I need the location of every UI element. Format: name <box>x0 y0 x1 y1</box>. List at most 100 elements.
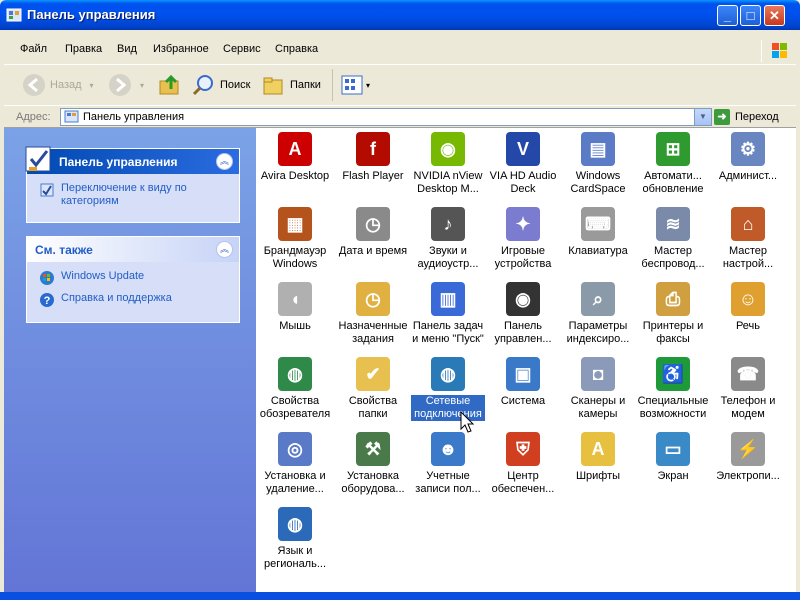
sounds-icon: ♪ <box>431 207 465 241</box>
close-button[interactable]: ✕ <box>764 5 785 26</box>
item-label: Установка и удаление... <box>264 470 326 495</box>
avira-icon: A <box>278 132 312 166</box>
datetime-icon: ◷ <box>356 207 390 241</box>
folders-button[interactable]: Папки <box>262 71 321 99</box>
control-panel-item[interactable]: ⚡ Электропи... <box>711 432 785 483</box>
control-panel-item[interactable]: ⚙ Админист... <box>711 132 785 183</box>
window-title: Панель управления <box>27 7 156 22</box>
item-label: Свойства папки <box>348 395 398 420</box>
forward-button[interactable]: ▾ <box>108 71 144 99</box>
control-panel-icon <box>64 110 79 123</box>
control-panel-item[interactable]: ▥ Панель задач и меню "Пуск" <box>411 282 485 346</box>
toolbar-separator <box>332 69 333 101</box>
cardspace-icon: ▤ <box>581 132 615 166</box>
switch-to-category-view-link[interactable]: Переключение к виду по категориям <box>39 182 229 208</box>
item-label: Windows CardSpace <box>570 170 626 195</box>
control-panel-item[interactable]: ⌂ Мастер настрой... <box>711 207 785 271</box>
svg-text:?: ? <box>44 295 51 307</box>
control-panel-item[interactable]: ▣ Система <box>486 357 560 408</box>
chevron-down-icon[interactable]: ▾ <box>366 81 370 90</box>
windows-logo-icon <box>761 40 796 62</box>
title-bar[interactable]: Панель управления _ □ ✕ <box>0 0 800 30</box>
mouse-cursor-icon <box>460 411 475 433</box>
control-panel-item[interactable]: ⊞ Автомати... обновление <box>636 132 710 196</box>
item-label: Брандмауэр Windows <box>263 245 327 270</box>
item-label: Установка оборудова... <box>341 470 405 495</box>
back-arrow-icon <box>23 74 45 96</box>
search-icon <box>192 75 213 96</box>
collapse-chevron-icon[interactable]: ︽ <box>216 241 233 258</box>
up-folder-button[interactable] <box>158 71 182 99</box>
scanner-icon: ◘ <box>581 357 615 391</box>
via-audio-icon: V <box>506 132 540 166</box>
add-remove-icon: ◎ <box>278 432 312 466</box>
control-panel-item[interactable]: ♪ Звуки и аудиоустр... <box>411 207 485 271</box>
control-panel-item[interactable]: ⌨ Клавиатура <box>561 207 635 258</box>
address-input[interactable]: Панель управления ▼ <box>60 108 712 126</box>
control-panel-item[interactable]: ☎ Телефон и модем <box>711 357 785 421</box>
control-panel-item[interactable]: A Шрифты <box>561 432 635 483</box>
printer-icon: ⎙ <box>656 282 690 316</box>
item-label: Учетные записи пол... <box>415 470 481 495</box>
minimize-button[interactable]: _ <box>717 5 738 26</box>
control-panel-item[interactable]: ◍ Язык и региональ... <box>258 507 332 571</box>
firewall-icon: ▦ <box>278 207 312 241</box>
control-panel-item[interactable]: ▭ Экран <box>636 432 710 483</box>
menu-edit[interactable]: Правка <box>65 43 102 55</box>
control-panel-item[interactable]: ⚒ Установка оборудова... <box>336 432 410 496</box>
control-panel-item[interactable]: ☺ Речь <box>711 282 785 333</box>
chevron-down-icon[interactable]: ▾ <box>90 81 94 90</box>
control-panel-item[interactable]: ⌕ Параметры индексиро... <box>561 282 635 346</box>
control-panel-item[interactable]: ≋ Мастер беспровод... <box>636 207 710 271</box>
control-panel-item[interactable]: ◖ Мышь <box>258 282 332 333</box>
back-button[interactable]: Назад ▾ <box>22 71 94 99</box>
control-panel-item[interactable]: ◍ Свойства обозревателя <box>258 357 332 421</box>
control-panel-item[interactable]: ♿ Специальные возможности <box>636 357 710 421</box>
item-label: Свойства обозревателя <box>259 395 331 420</box>
address-label: Адрес: <box>16 111 51 123</box>
item-label: Принтеры и факсы <box>642 320 704 345</box>
chevron-down-icon[interactable]: ▾ <box>140 81 144 90</box>
address-dropdown-button[interactable]: ▼ <box>694 109 711 125</box>
maximize-button[interactable]: □ <box>740 5 761 26</box>
control-panel-item[interactable]: ✦ Игровые устройства <box>486 207 560 271</box>
menu-help[interactable]: Справка <box>275 43 318 55</box>
menu-bar: Файл Правка Вид Избранное Сервис Справка <box>4 40 796 62</box>
control-panel-item[interactable]: ☻ Учетные записи пол... <box>411 432 485 496</box>
item-label: Клавиатура <box>568 245 628 257</box>
views-button[interactable]: ▾ <box>340 71 370 99</box>
control-panel-item[interactable]: ✔ Свойства папки <box>336 357 410 421</box>
control-panel-item[interactable]: ⛨ Центр обеспечен... <box>486 432 560 496</box>
category-view-icon <box>40 183 54 197</box>
wireless-icon: ≋ <box>656 207 690 241</box>
panel-header[interactable]: Панель управления ︽ <box>25 146 239 174</box>
control-panel-item[interactable]: ◉ NVIDIA nView Desktop M... <box>411 132 485 196</box>
item-label: Телефон и модем <box>720 395 776 420</box>
control-panel-item[interactable]: V VIA HD Audio Deck <box>486 132 560 196</box>
help-icon: ? <box>40 293 54 307</box>
control-panel-item[interactable]: ▦ Брандмауэр Windows <box>258 207 332 271</box>
control-panel-item[interactable]: A Avira Desktop <box>258 132 332 183</box>
keyboard-icon: ⌨ <box>581 207 615 241</box>
control-panel-icon <box>6 7 22 23</box>
search-button[interactable]: Поиск <box>192 71 250 99</box>
control-panel-item[interactable]: ◘ Сканеры и камеры <box>561 357 635 421</box>
menu-favorites[interactable]: Избранное <box>153 43 209 55</box>
control-panel-item[interactable]: ◷ Назначенные задания <box>336 282 410 346</box>
collapse-chevron-icon[interactable]: ︽ <box>216 153 233 170</box>
control-panel-item[interactable]: ◎ Установка и удаление... <box>258 432 332 496</box>
control-panel-item[interactable]: f Flash Player <box>336 132 410 183</box>
item-label: Назначенные задания <box>338 320 408 345</box>
menu-tools[interactable]: Сервис <box>223 43 261 55</box>
go-button[interactable]: ➜ Переход <box>714 107 779 127</box>
help-and-support-link[interactable]: ? Справка и поддержка <box>39 292 229 308</box>
control-panel-item[interactable]: ⎙ Принтеры и факсы <box>636 282 710 346</box>
control-panel-item[interactable]: ▤ Windows CardSpace <box>561 132 635 196</box>
control-panel-item[interactable]: ◉ Панель управлен... <box>486 282 560 346</box>
windows-update-link[interactable]: Windows Update <box>39 270 229 286</box>
menu-view[interactable]: Вид <box>117 43 137 55</box>
control-panel-item[interactable]: ◷ Дата и время <box>336 207 410 258</box>
menu-file[interactable]: Файл <box>20 43 47 55</box>
nvidia-icon: ◉ <box>431 132 465 166</box>
panel-header[interactable]: См. также ︽ <box>27 237 239 262</box>
